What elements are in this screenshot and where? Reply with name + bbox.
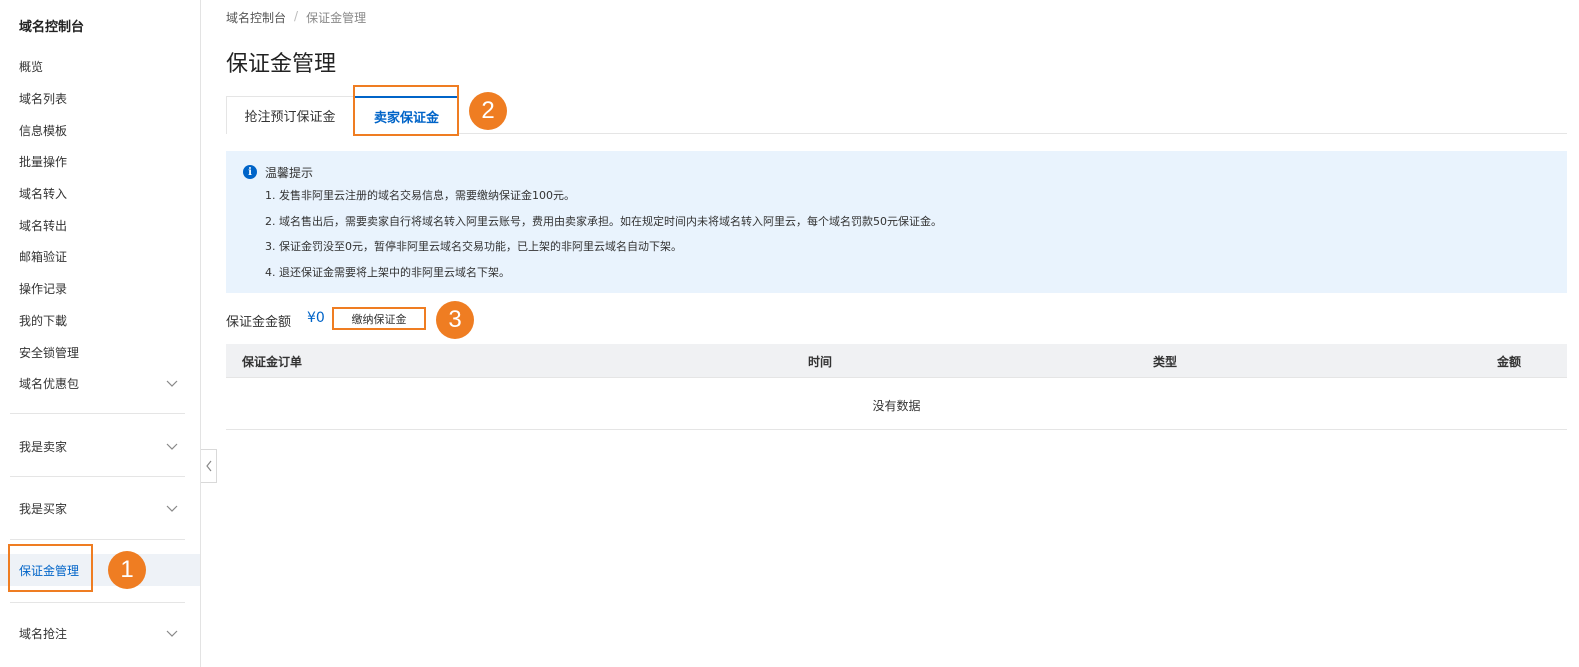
table-body: 没有数据 xyxy=(226,378,1567,430)
sidebar-item-label: 域名优惠包 xyxy=(19,376,80,391)
pay-deposit-button[interactable]: 缴纳保证金 xyxy=(332,307,426,330)
sidebar-title: 域名控制台 xyxy=(19,20,85,35)
sidebar-item-info-template[interactable]: 信息模板 xyxy=(0,115,200,145)
sidebar-collapse-button[interactable] xyxy=(201,449,217,483)
deposit-table: 保证金订单 时间 类型 金额 没有数据 xyxy=(226,344,1567,430)
info-icon: i xyxy=(243,165,257,179)
sidebar-item-label: 我是卖家 xyxy=(19,439,68,454)
chevron-down-icon xyxy=(166,443,178,450)
sidebar-item-downloads[interactable]: 我的下載 xyxy=(0,305,200,335)
column-header-amount: 金额 xyxy=(1497,355,1522,369)
tab-snatch-deposit[interactable]: 抢注预订保证金 xyxy=(226,96,354,134)
sidebar-divider xyxy=(10,602,185,603)
breadcrumb-root-link[interactable]: 域名控制台 xyxy=(226,9,286,26)
sidebar-item-email-verify[interactable]: 邮箱验证 xyxy=(0,241,200,271)
sidebar-item-security-lock[interactable]: 安全锁管理 xyxy=(0,337,200,367)
sidebar-group-domain-snatch[interactable]: 域名抢注 xyxy=(0,618,200,648)
notice-line: 1. 发售非阿里云注册的域名交易信息，需要缴纳保证金100元。 xyxy=(265,189,575,202)
sidebar-item-label: 我的下載 xyxy=(19,313,68,328)
sidebar-item-transfer-in[interactable]: 域名转入 xyxy=(0,178,200,208)
sidebar-item-label: 信息模板 xyxy=(19,123,68,138)
column-header-time: 时间 xyxy=(808,355,833,369)
notice-line: 3. 保证金罚没至0元，暂停非阿里云域名交易功能，已上架的非阿里云域名自动下架。 xyxy=(265,240,682,253)
sidebar-item-label: 邮箱验证 xyxy=(19,249,68,264)
sidebar-group-buyer[interactable]: 我是买家 xyxy=(0,493,200,523)
callout-badge-2: 2 xyxy=(469,92,507,130)
chevron-down-icon xyxy=(166,380,178,387)
notice-line: 2. 域名售出后，需要卖家自行将域名转入阿里云账号，费用由卖家承担。如在规定时间… xyxy=(265,215,942,228)
notice-line: 4. 退还保证金需要将上架中的非阿里云域名下架。 xyxy=(265,266,510,279)
sidebar-item-label: 域名转出 xyxy=(19,218,68,233)
breadcrumb-separator: / xyxy=(294,9,299,23)
sidebar-item-label: 我是买家 xyxy=(19,501,68,516)
sidebar-item-label: 概览 xyxy=(19,59,44,74)
notice-title: 温馨提示 xyxy=(265,166,314,180)
callout-badge-1: 1 xyxy=(108,551,146,589)
sidebar-divider xyxy=(10,413,185,414)
sidebar-divider xyxy=(10,476,185,477)
tab-label: 抢注预订保证金 xyxy=(244,110,336,125)
table-header: 保证金订单 时间 类型 金额 xyxy=(226,344,1567,378)
sidebar-item-transfer-out[interactable]: 域名转出 xyxy=(0,210,200,240)
highlight-box-sidebar xyxy=(8,544,93,592)
deposit-amount-value: ¥0 xyxy=(307,310,325,326)
sidebar-item-batch-ops[interactable]: 批量操作 xyxy=(0,146,200,176)
sidebar-item-label: 操作记录 xyxy=(19,281,68,296)
sidebar-item-label: 安全锁管理 xyxy=(19,345,80,360)
breadcrumb: 域名控制台 / 保证金管理 xyxy=(226,9,366,26)
sidebar-item-discount-pack[interactable]: 域名优惠包 xyxy=(0,368,200,398)
sidebar-item-domain-list[interactable]: 域名列表 xyxy=(0,83,200,113)
sidebar-item-label: 域名抢注 xyxy=(19,626,68,641)
sidebar-item-label: 域名列表 xyxy=(19,91,68,106)
page-title: 保证金管理 xyxy=(226,52,337,77)
sidebar-item-overview[interactable]: 概览 xyxy=(0,51,200,81)
sidebar-item-label: 批量操作 xyxy=(19,154,68,169)
highlight-box-tab xyxy=(353,85,459,136)
sidebar-item-op-log[interactable]: 操作记录 xyxy=(0,273,200,303)
sidebar-group-seller[interactable]: 我是卖家 xyxy=(0,431,200,461)
breadcrumb-current: 保证金管理 xyxy=(306,11,367,25)
sidebar-item-label: 域名转入 xyxy=(19,186,68,201)
column-header-order: 保证金订单 xyxy=(242,355,303,369)
chevron-left-icon xyxy=(205,460,211,472)
callout-badge-3: 3 xyxy=(436,301,474,339)
chevron-down-icon xyxy=(166,630,178,637)
chevron-down-icon xyxy=(166,505,178,512)
column-header-type: 类型 xyxy=(1153,355,1178,369)
deposit-amount-label: 保证金金额 xyxy=(226,315,292,330)
empty-state-text: 没有数据 xyxy=(872,399,921,413)
sidebar-divider xyxy=(10,539,185,540)
notice-box: i 温馨提示 1. 发售非阿里云注册的域名交易信息，需要缴纳保证金100元。 2… xyxy=(226,151,1567,293)
